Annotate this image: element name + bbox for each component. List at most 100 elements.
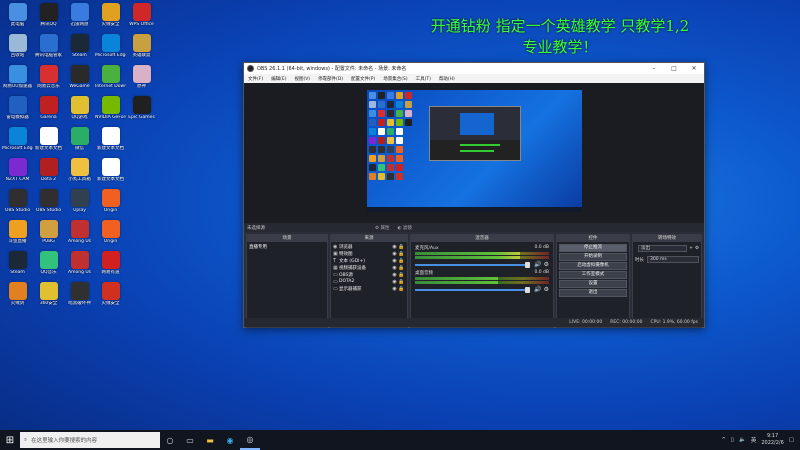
menu-item[interactable]: 编辑(E) — [267, 76, 290, 82]
volume-slider[interactable] — [415, 261, 531, 268]
source-item[interactable]: ▣ 特效图 ◉ 🔒 — [333, 250, 405, 257]
control-button[interactable]: 启动虚拟摄像机 — [559, 262, 627, 270]
desktop-icon[interactable]: 360安全 — [33, 281, 64, 312]
desktop-icon[interactable]: 原神 — [126, 64, 157, 95]
desktop-icon[interactable]: 火绒安全 — [95, 2, 126, 33]
desktop-icon[interactable]: PUBG — [33, 219, 64, 250]
add-transition-icon[interactable]: + — [689, 246, 693, 251]
control-button[interactable]: 退出 — [559, 289, 627, 297]
source-item[interactable]: ◉ 浏览器 ◉ 🔒 — [333, 243, 405, 250]
lock-icon[interactable]: 🔒 — [398, 272, 405, 278]
obs-titlebar[interactable]: OBS 26.1.1 (64-bit, windows) - 配置文件: 未命名… — [244, 63, 704, 74]
menu-item[interactable]: 视图(V) — [290, 76, 314, 82]
desktop-icon[interactable]: WPS Office — [126, 2, 157, 33]
maximize-icon[interactable]: □ — [664, 65, 684, 72]
desktop-icon[interactable]: Steam — [64, 33, 95, 64]
lock-icon[interactable]: 🔒 — [398, 279, 405, 285]
desktop-icon[interactable]: 此电脑 — [2, 2, 33, 33]
taskbar-search[interactable]: ⌕ 在这里输入你要搜索的内容 — [20, 432, 160, 448]
desktop-icon[interactable]: Steam — [2, 250, 33, 281]
gear-icon[interactable]: ⚙ — [544, 261, 549, 268]
desktop-icon[interactable]: Microsoft Edge — [95, 33, 126, 64]
desktop-icon[interactable]: 网易UU加速器 — [2, 64, 33, 95]
scene-item[interactable]: 直播专用 — [249, 243, 325, 251]
control-button[interactable]: 停止推流 — [559, 244, 627, 252]
desktop-icon[interactable]: Uplay — [64, 188, 95, 219]
desktop-icon[interactable]: Garena — [33, 95, 64, 126]
menu-item[interactable]: 帮助(H) — [435, 76, 459, 82]
menu-item[interactable]: 文件(F) — [244, 76, 267, 82]
speaker-icon[interactable]: 🔊 — [534, 261, 541, 268]
properties-button[interactable]: ⚙ 属性 — [375, 225, 389, 231]
desktop-icon[interactable]: Epic Games — [126, 95, 157, 126]
desktop-icon[interactable]: 网易有道 — [95, 250, 126, 281]
desktop-icon[interactable]: WeGame — [64, 64, 95, 95]
lock-icon[interactable]: 🔒 — [398, 244, 405, 250]
stream-preview[interactable] — [367, 90, 582, 212]
source-item[interactable]: ▭ OBS源 ◉ 🔒 — [333, 271, 405, 278]
close-icon[interactable]: ✕ — [684, 65, 704, 72]
desktop-icon[interactable]: 新建文本文档 — [33, 126, 64, 157]
slider-knob[interactable] — [525, 286, 531, 293]
desktop-icon[interactable]: 雷电模拟器 — [2, 95, 33, 126]
desktop-icon[interactable]: 腾讯电脑管家 — [33, 33, 64, 64]
task-view-icon[interactable]: ▭ — [180, 430, 200, 450]
desktop-icon[interactable]: 暗黑破坏神 — [64, 281, 95, 312]
visibility-eye-icon[interactable]: ◉ — [391, 279, 398, 285]
minimize-icon[interactable]: – — [644, 65, 664, 72]
desktop-icon[interactable]: 新建文本文档 — [95, 157, 126, 188]
desktop-icon[interactable]: 火绒剑 — [2, 281, 33, 312]
obs-taskbar-icon[interactable]: ◎ — [240, 430, 260, 450]
visibility-eye-icon[interactable]: ◉ — [391, 272, 398, 278]
desktop-icon[interactable]: Origin — [95, 219, 126, 250]
desktop-icon[interactable]: Among Us — [64, 250, 95, 281]
volume-icon[interactable]: 🔈 — [739, 437, 746, 443]
source-item[interactable]: ▭ 显示器捕获 ◉ 🔒 — [333, 285, 405, 292]
lock-icon[interactable]: 🔒 — [398, 258, 405, 264]
desktop-icon[interactable]: QQ音乐 — [33, 250, 64, 281]
menu-item[interactable]: 停靠部件(D) — [314, 76, 347, 82]
duration-input[interactable]: 300 ms — [647, 256, 699, 263]
desktop-icon[interactable]: 网易云音乐 — [33, 64, 64, 95]
speaker-icon[interactable]: 🔊 — [534, 286, 541, 293]
desktop-icon[interactable]: OBS Studio — [2, 188, 33, 219]
desktop-icon[interactable]: 斗鱼直播 — [2, 219, 33, 250]
desktop-icon[interactable]: Dota 2 — [33, 157, 64, 188]
control-button[interactable]: 开始录制 — [559, 253, 627, 261]
visibility-eye-icon[interactable]: ◉ — [391, 244, 398, 250]
source-item[interactable]: ▭ DOTA2 ◉ 🔒 — [333, 278, 405, 285]
desktop-icon[interactable]: 腾讯QQ — [33, 2, 64, 33]
cortana-icon[interactable]: ○ — [160, 430, 180, 450]
source-item[interactable]: T 文本 (GDI+) ◉ 🔒 — [333, 257, 405, 264]
desktop-icon[interactable]: NVIDIA GeForce — [95, 95, 126, 126]
transition-settings-icon[interactable]: ⚙ — [695, 246, 699, 251]
volume-slider[interactable] — [415, 286, 531, 293]
desktop-icon[interactable]: 微信 — [64, 126, 95, 157]
menu-item[interactable]: 工具(T) — [412, 76, 435, 82]
desktop-icon[interactable]: 迅雷网盘 — [64, 2, 95, 33]
desktop-icon[interactable]: QQ游戏 — [64, 95, 95, 126]
file-explorer-icon[interactable]: ▬ — [200, 430, 220, 450]
lock-icon[interactable]: 🔒 — [398, 265, 405, 271]
gear-icon[interactable]: ⚙ — [544, 286, 549, 293]
desktop-icon[interactable]: Origin — [95, 188, 126, 219]
visibility-eye-icon[interactable]: ◉ — [391, 286, 398, 292]
slider-knob[interactable] — [525, 261, 531, 268]
filters-button[interactable]: ◐ 滤镜 — [397, 225, 411, 231]
menu-item[interactable]: 配置文件(P) — [347, 76, 379, 82]
visibility-eye-icon[interactable]: ◉ — [391, 251, 398, 257]
desktop-icon[interactable]: Internet Download — [95, 64, 126, 95]
lock-icon[interactable]: 🔒 — [398, 286, 405, 292]
network-icon[interactable]: ▯ — [731, 437, 734, 443]
desktop-icon[interactable]: NZXT CAM — [2, 157, 33, 188]
desktop-icon[interactable]: Among Us — [64, 219, 95, 250]
edge-icon[interactable]: ◉ — [220, 430, 240, 450]
desktop-icon[interactable]: 新建文本文档 — [95, 126, 126, 157]
desktop-icon[interactable]: 英雄联盟 — [126, 33, 157, 64]
chevron-up-icon[interactable]: ^ — [721, 437, 726, 443]
input-language[interactable]: 英 — [751, 436, 757, 444]
clock[interactable]: 9:17 2022/2/6 — [761, 433, 783, 447]
visibility-eye-icon[interactable]: ◉ — [391, 265, 398, 271]
desktop-icon[interactable]: Microsoft Edge — [2, 126, 33, 157]
desktop-icon[interactable]: OBS Studio — [33, 188, 64, 219]
